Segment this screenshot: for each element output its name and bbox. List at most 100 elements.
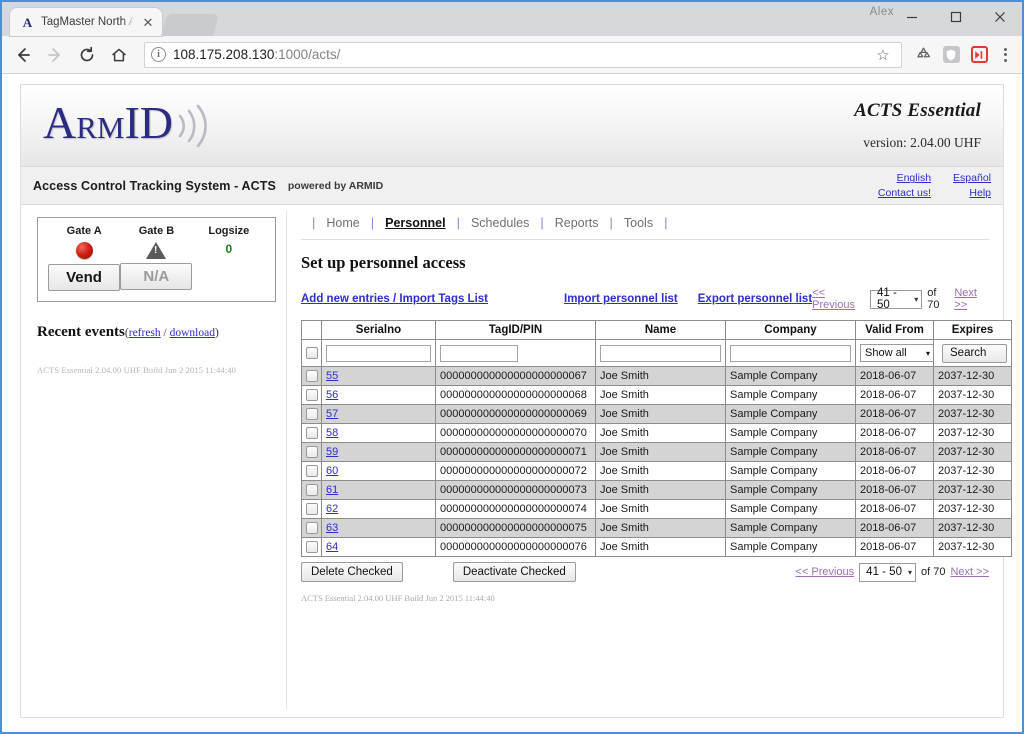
address-bar-url: 108.175.208.130:1000/acts/ [173,47,340,62]
cell-expires: 2037-12-30 [934,367,1012,386]
forward-arrow-icon[interactable] [40,40,70,70]
reload-icon[interactable] [72,40,102,70]
page-range-select-bottom[interactable]: 41 - 50 ▾ [859,563,916,582]
valid-from-select[interactable]: Show all ▾ [860,344,934,362]
row-checkbox[interactable] [306,389,318,401]
search-button[interactable]: Search [942,344,1007,363]
page-title: Set up personnel access [301,253,989,273]
nav-item-tools[interactable]: Tools [624,216,653,230]
logsize-panel: Logsize 0 [193,225,265,291]
next-page-link[interactable]: Next >> [954,287,989,311]
name-search-input[interactable] [600,345,721,362]
shield-extension-icon[interactable] [938,42,964,68]
nav-separator: | [360,215,385,230]
import-personnel-list-link[interactable]: Import personnel list [564,293,678,305]
row-checkbox-cell [302,481,322,500]
serialno-search-input[interactable] [326,345,431,362]
previous-page-link[interactable]: << Previous [812,287,865,311]
gate-b-na-button[interactable]: N/A [120,263,192,290]
total-count-label: of 70 [927,287,949,311]
row-checkbox[interactable] [306,541,318,553]
cell-expires: 2037-12-30 [934,519,1012,538]
back-arrow-icon[interactable] [8,40,38,70]
nav-item-reports[interactable]: Reports [555,216,599,230]
tagid-search-input[interactable] [440,345,518,362]
radio-waves-icon [174,100,210,152]
serialno-link[interactable]: 57 [326,408,338,420]
serialno-link[interactable]: 59 [326,446,338,458]
row-checkbox[interactable] [306,427,318,439]
app-body: Gate A Vend Gate B N/A Logsize 0 [21,205,1003,717]
row-checkbox[interactable] [306,484,318,496]
row-checkbox[interactable] [306,503,318,515]
serialno-link[interactable]: 60 [326,465,338,477]
serialno-link[interactable]: 56 [326,389,338,401]
tab-close-icon[interactable]: ✕ [140,14,156,30]
next-page-link-bottom[interactable]: Next >> [950,566,989,578]
row-checkbox[interactable] [306,446,318,458]
serialno-link[interactable]: 63 [326,522,338,534]
window-maximize-icon[interactable] [934,2,978,32]
logo-letters-id: ID [124,100,173,146]
page-range-value: 41 - 50 [877,287,908,311]
serialno-link[interactable]: 62 [326,503,338,515]
previous-page-link-bottom[interactable]: << Previous [795,566,854,578]
serialno-link[interactable]: 61 [326,484,338,496]
th-company[interactable]: Company [726,321,856,340]
nav-item-schedules[interactable]: Schedules [471,216,529,230]
th-name[interactable]: Name [596,321,726,340]
link-help[interactable]: Help [953,186,991,200]
nav-item-personnel[interactable]: Personnel [385,216,445,230]
kebab-menu-icon[interactable] [994,42,1016,68]
row-checkbox[interactable] [306,465,318,477]
gate-a-vend-button[interactable]: Vend [48,264,120,291]
add-new-entries-link[interactable]: Add new entries / Import Tags List [301,293,488,305]
sidebar-build-footer: ACTS Essential 2.04.00 UHF Build Jun 2 2… [37,365,276,375]
product-branding: ACTS Essential version: 2.04.00 UHF [854,100,989,151]
serialno-link[interactable]: 64 [326,541,338,553]
nav-item-home[interactable]: Home [326,216,359,230]
link-english[interactable]: English [878,171,931,185]
app-masthead: ARMID ACTS Essential version: 2.04.00 UH… [21,85,1003,167]
gate-b-panel: Gate B N/A [120,225,192,291]
search-button-cell: Search [934,340,1012,367]
bookmark-star-icon[interactable]: ☆ [871,43,895,67]
th-expires[interactable]: Expires [934,321,1012,340]
cell-tagid: 000000000000000000000074 [436,500,596,519]
browser-tab[interactable]: A TagMaster North America ✕ [10,8,162,36]
recycle-extension-icon[interactable] [910,42,936,68]
row-checkbox-cell [302,538,322,557]
export-personnel-list-link[interactable]: Export personnel list [698,293,812,305]
serialno-link[interactable]: 55 [326,370,338,382]
table-row: 64000000000000000000000076Joe SmithSampl… [302,538,1012,557]
company-search-input[interactable] [730,345,851,362]
deactivate-checked-button[interactable]: Deactivate Checked [453,562,576,582]
row-checkbox[interactable] [306,408,318,420]
delete-checked-button[interactable]: Delete Checked [301,562,403,582]
page-range-select[interactable]: 41 - 50 ▾ [870,290,922,309]
system-title: Access Control Tracking System - ACTS [33,179,276,193]
cell-valid-from: 2018-06-07 [856,424,934,443]
link-contact-us[interactable]: Contact us! [878,186,931,200]
download-link[interactable]: download [170,327,215,339]
home-icon[interactable] [104,40,134,70]
refresh-link[interactable]: refresh [129,327,161,339]
th-tagid-pin[interactable]: TagID/PIN [436,321,596,340]
cell-expires: 2037-12-30 [934,462,1012,481]
window-minimize-icon[interactable] [890,2,934,32]
address-bar[interactable]: i 108.175.208.130:1000/acts/ ☆ [144,42,902,68]
th-serialno[interactable]: Serialno [322,321,436,340]
red-extension-icon[interactable] [966,42,992,68]
window-close-icon[interactable] [978,2,1022,32]
serialno-link[interactable]: 58 [326,427,338,439]
red-status-dot [76,242,93,259]
row-checkbox[interactable] [306,370,318,382]
select-all-checkbox[interactable] [306,347,318,359]
link-espanol[interactable]: Español [953,171,991,185]
row-checkbox[interactable] [306,522,318,534]
th-valid-from[interactable]: Valid From [856,321,934,340]
nav-separator: | [599,215,624,230]
site-info-icon[interactable]: i [151,47,166,62]
new-tab-button[interactable] [161,14,218,36]
pagination-top: << Previous 41 - 50 ▾ of 70 Next >> [812,287,989,311]
